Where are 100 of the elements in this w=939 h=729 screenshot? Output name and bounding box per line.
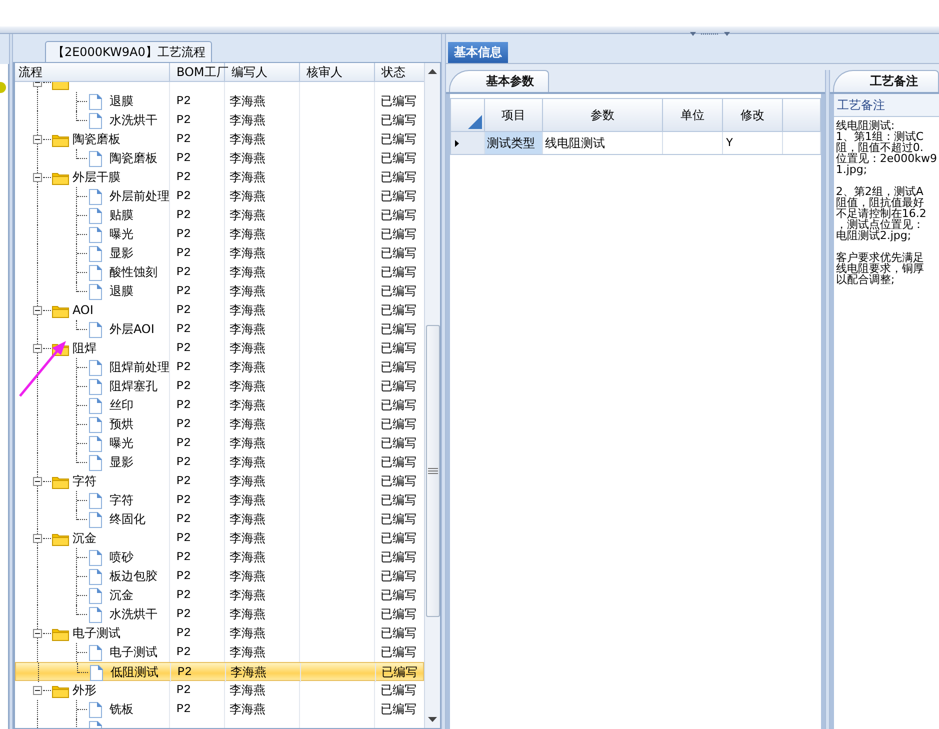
collapse-icon[interactable] [33,344,42,353]
table-cell: 已编写 [380,398,416,412]
tab[interactable]: 基本信息 [448,42,508,63]
tree-label: 阻焊前处理 [109,359,170,376]
tree-row[interactable]: AOI P2 李海燕 已编写 [15,301,424,320]
tree-row[interactable]: 显影 P2 李海燕 已编写 [15,244,424,263]
splitter-handle[interactable] [9,34,14,729]
column-header[interactable]: 状态 [375,63,422,81]
tree-row[interactable]: 水洗烘干 P2 李海燕 已编写 [15,605,424,624]
corner-triangle-icon [468,115,482,129]
column-header[interactable]: 项目 [484,99,543,131]
column-header[interactable]: 参数 [542,99,663,131]
table-cell: 已编写 [380,550,416,564]
table-cell: 李海燕 [229,341,266,355]
table-cell: P2 [176,341,191,355]
document-icon [89,645,102,661]
tree-row[interactable]: 水洗烘干 P2 李海燕 已编写 [15,111,424,130]
collapse-icon[interactable] [33,306,42,315]
tree-row[interactable]: 低阻测试 P2 李海燕 已编写 [15,662,424,681]
collapse-icon[interactable] [33,534,42,543]
tree-row[interactable]: 陶瓷磨板 P2 李海燕 已编写 [15,149,424,168]
collapse-icon[interactable] [33,629,42,638]
document-icon [89,284,102,300]
table-cell: P2 [176,569,191,583]
tree-row[interactable]: 丝印 P2 李海燕 已编写 [15,396,424,415]
tab[interactable]: 工艺备注 [832,70,939,92]
tree-row[interactable]: 沉金 P2 李海燕 已编写 [15,586,424,605]
splitter-grip-icon[interactable] [690,32,730,37]
column-header[interactable]: 单位 [662,99,723,131]
table-cell: 已编写 [380,265,416,279]
tree-row[interactable]: 喷砂 P2 李海燕 已编写 [15,548,424,567]
column-header[interactable]: 修改 [722,99,783,131]
tree-row[interactable]: 贴膜 P2 李海燕 已编写 [15,206,424,225]
table-cell: 已编写 [380,208,416,222]
table-cell: 李海燕 [229,569,266,583]
tree-row[interactable]: 显影 P2 李海燕 已编写 [15,453,424,472]
scroll-up-icon[interactable] [428,68,438,74]
tree-row[interactable]: 外层干膜 P2 李海燕 已编写 [15,168,424,187]
document-icon [89,417,102,433]
tree-row[interactable]: 退膜 P2 李海燕 已编写 [15,282,424,301]
table-cell: 李海燕 [229,303,266,317]
table-cell: 已编写 [381,665,418,679]
table-cell: 李海燕 [230,665,266,679]
table-cell: 已编写 [380,379,416,393]
tree-row[interactable]: 曝光 P2 李海燕 已编写 [15,434,424,453]
splitter-handle[interactable] [441,34,446,729]
tree-label: 字符 [109,492,134,509]
table-cell: 李海燕 [229,683,266,697]
table-cell: 已编写 [380,94,416,108]
table-cell: 已编写 [380,284,416,298]
collapse-icon[interactable] [33,135,42,144]
table-cell: 已编写 [380,303,416,317]
tab[interactable]: 基本参数 [448,70,549,92]
tree-label: 陶瓷磨板 [109,150,158,167]
splitter-handle[interactable] [824,70,830,729]
tree-label: 外层干膜 [72,169,120,186]
table-cell: 李海燕 [229,626,266,640]
tree-row[interactable]: 阻焊塞孔 P2 李海燕 已编写 [15,377,424,396]
collapse-icon[interactable] [33,173,42,182]
table-cell: P2 [176,113,191,127]
table-cell: 已编写 [380,531,416,545]
column-header[interactable]: 编写人 [225,63,300,81]
column-header[interactable]: BOM工厂 [170,63,226,81]
tree-row[interactable]: 电子测试 P2 李海燕 已编写 [15,624,424,643]
column-header[interactable]: 流程 [15,63,170,81]
notes-field[interactable]: 线电阻测试: 1、第1组：测试C 阻，阻值不超过0. 位置见：2e000kw9 1.jpg; 2、第2组，测试A 阻值，阻抗值最好 不足请控制在16.2 ，测试点位置见： 电阻测试2.jpg; 客户要求优先满足 线电阻要求，铜厚 以配合调整; [834,117,939,729]
scrollbar[interactable] [424,63,440,728]
panel-title: 【2E000KW9A0】工艺流程 [45,41,212,62]
tree-row[interactable]: 字符 P2 李海燕 已编写 [15,472,424,491]
tree-label: 贴膜 [109,207,134,224]
table-cell: 已编写 [380,493,416,507]
collapse-icon[interactable] [33,686,42,695]
tree-row[interactable]: 沉金 P2 李海燕 已编写 [15,529,424,548]
tree-row[interactable]: 陶瓷磨板 P2 李海燕 已编写 [15,130,424,149]
collapse-icon[interactable] [33,477,42,486]
scroll-thumb[interactable] [426,325,440,617]
table-cell: P2 [176,170,191,184]
document-icon [89,189,102,205]
table-cell: 李海燕 [229,208,266,222]
table-cell: 已编写 [380,341,416,355]
tree-row[interactable]: 外形 P2 李海燕 已编写 [15,681,424,700]
tree-row[interactable]: 外层前处理 P2 李海燕 已编写 [15,187,424,206]
document-icon [89,512,102,528]
tree-row[interactable]: 字符 P2 李海燕 已编写 [15,491,424,510]
tree-row[interactable]: 曝光 P2 李海燕 已编写 [15,225,424,244]
tree-label: 外层AOI [109,321,154,338]
tree-row[interactable]: 铣板 P2 李海燕 已编写 [15,700,424,719]
scroll-down-icon[interactable] [428,717,438,723]
tree-row[interactable]: 板边包胶 P2 李海燕 已编写 [15,567,424,586]
tree-row[interactable]: 预烘 P2 李海燕 已编写 [15,415,424,434]
tree-row[interactable]: 阻焊前处理 P2 李海燕 已编写 [15,358,424,377]
column-header[interactable]: 核审人 [300,63,376,81]
tree-label: 退膜 [109,93,134,110]
folder-icon [52,684,70,698]
tree-row[interactable]: 外层AOI P2 李海燕 已编写 [15,320,424,339]
table-cell: 李海燕 [229,322,266,336]
tree-label: 丝印 [109,397,134,414]
tree-row[interactable]: 退膜 P2 李海燕 已编写 [15,92,424,111]
tree-row[interactable]: 终固化 P2 李海燕 已编写 [15,510,424,529]
tree-row[interactable]: 酸性蚀刻 P2 李海燕 已编写 [15,263,424,282]
